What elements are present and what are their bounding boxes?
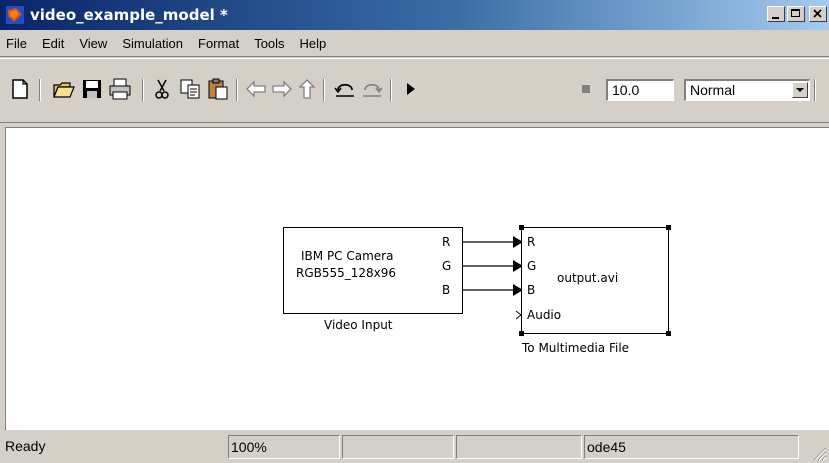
menu-format[interactable]: Format xyxy=(190,36,246,51)
port-label-g: G xyxy=(442,259,452,273)
toolbar: 10.0 Normal xyxy=(0,56,829,125)
output-file-name: output.avi xyxy=(557,271,619,285)
video-input-block-name[interactable]: Video Input xyxy=(324,318,393,332)
selection-handle[interactable] xyxy=(519,225,524,230)
undo-icon[interactable] xyxy=(333,77,357,101)
selection-handle[interactable] xyxy=(519,331,524,336)
video-input-line2: RGB555_128x96 xyxy=(296,266,397,280)
toolbar-separator xyxy=(814,79,816,101)
back-icon[interactable] xyxy=(244,77,268,101)
port-label-b: B xyxy=(442,283,451,297)
menu-help[interactable]: Help xyxy=(292,36,334,51)
to-multimedia-file-block[interactable]: R G B Audio output.avi xyxy=(521,227,669,334)
open-icon[interactable] xyxy=(52,77,76,101)
up-icon[interactable] xyxy=(295,77,319,101)
copy-icon[interactable] xyxy=(178,77,202,101)
stop-time-input[interactable]: 10.0 xyxy=(606,79,674,101)
simulation-mode-value: Normal xyxy=(690,82,736,98)
window-title: video_example_model * xyxy=(30,6,228,24)
chevron-down-icon[interactable] xyxy=(792,82,808,98)
video-input-line1: IBM PC Camera xyxy=(301,249,394,263)
paste-icon[interactable] xyxy=(206,77,230,101)
menu-bar: File Edit View Simulation Format Tools H… xyxy=(0,30,829,56)
toolbar-separator xyxy=(390,79,392,101)
menu-edit[interactable]: Edit xyxy=(34,36,71,51)
resize-grip-icon[interactable] xyxy=(811,445,827,461)
print-icon[interactable] xyxy=(108,77,132,101)
stop-icon[interactable] xyxy=(574,77,598,101)
selection-handle[interactable] xyxy=(666,331,671,336)
status-text: Ready xyxy=(5,438,46,454)
port-label-r: R xyxy=(442,235,451,249)
to-multimedia-file-block-name[interactable]: To Multimedia File xyxy=(522,341,629,355)
toolbar-separator xyxy=(142,79,144,101)
save-icon[interactable] xyxy=(80,77,104,101)
forward-icon[interactable] xyxy=(270,77,294,101)
status-bar: Ready 100% ode45 xyxy=(0,432,829,463)
port-label-g-in: G xyxy=(527,259,537,273)
toolbar-separator xyxy=(323,79,325,101)
close-icon[interactable] xyxy=(809,6,827,22)
new-icon[interactable] xyxy=(8,77,32,101)
start-icon[interactable] xyxy=(398,77,422,101)
status-cell xyxy=(456,435,582,459)
model-canvas[interactable]: IBM PC Camera RGB555_128x96 R G B Video … xyxy=(5,127,829,430)
menu-view[interactable]: View xyxy=(71,36,114,51)
menu-simulation[interactable]: Simulation xyxy=(114,36,190,51)
status-solver: ode45 xyxy=(584,435,799,459)
maximize-icon[interactable] xyxy=(787,6,805,22)
menu-tools[interactable]: Tools xyxy=(246,36,291,51)
cut-icon[interactable] xyxy=(150,77,174,101)
port-label-r-in: R xyxy=(527,235,536,249)
menu-file[interactable]: File xyxy=(0,36,34,51)
simulation-mode-select[interactable]: Normal xyxy=(684,79,810,101)
unconnected-port-icon xyxy=(515,310,522,320)
title-bar[interactable]: video_example_model * xyxy=(0,0,829,30)
status-zoom: 100% xyxy=(228,435,340,459)
toolbar-separator xyxy=(236,79,238,101)
port-label-audio-in: Audio xyxy=(527,308,562,322)
status-cell xyxy=(342,435,454,459)
selection-handle[interactable] xyxy=(666,225,671,230)
video-input-block[interactable]: IBM PC Camera RGB555_128x96 R G B xyxy=(283,227,463,314)
port-label-b-in: B xyxy=(527,283,536,297)
signal-lines xyxy=(463,236,523,296)
minimize-icon[interactable] xyxy=(767,6,785,22)
toolbar-separator xyxy=(39,79,41,101)
redo-icon[interactable] xyxy=(360,77,384,101)
simulink-app-icon xyxy=(6,6,24,24)
